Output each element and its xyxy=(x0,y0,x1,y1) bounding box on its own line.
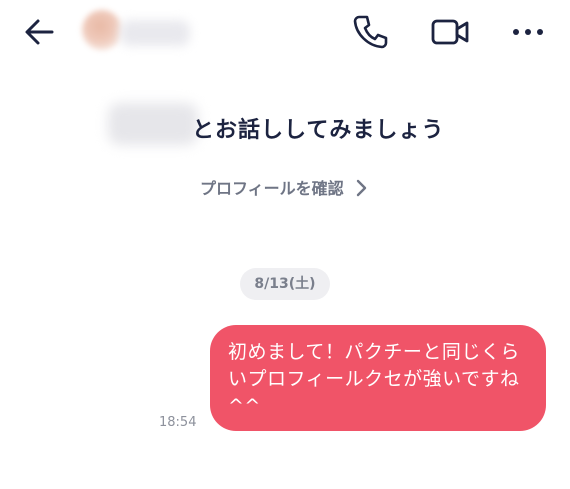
chat-header xyxy=(0,0,570,70)
more-options-button[interactable] xyxy=(508,18,548,46)
back-button[interactable] xyxy=(22,14,58,50)
partner-name-blurred-intro xyxy=(108,103,198,145)
message-timestamp: 18:54 xyxy=(159,415,197,430)
video-camera-icon xyxy=(431,19,469,45)
intro-title: とお話ししてみましょう xyxy=(192,118,445,143)
phone-icon xyxy=(353,15,388,49)
more-dots-icon xyxy=(513,29,543,35)
video-call-button[interactable] xyxy=(428,14,472,50)
avatar[interactable] xyxy=(82,10,122,50)
arrow-left-icon xyxy=(25,19,54,45)
chevron-right-icon xyxy=(355,179,367,201)
call-button[interactable] xyxy=(350,12,390,52)
message-bubble-outgoing[interactable]: 初めまして！パクチーと同じくらいプロフィールクセが強いですね^^ xyxy=(210,325,546,431)
date-separator: 8/13(土) xyxy=(240,268,330,300)
partner-name-blurred xyxy=(120,20,190,46)
view-profile-link[interactable]: プロフィールを確認 xyxy=(200,175,367,201)
message-text: 初めまして！パクチーと同じくらいプロフィールクセが強いですね^^ xyxy=(228,341,520,417)
view-profile-label: プロフィールを確認 xyxy=(200,179,344,198)
